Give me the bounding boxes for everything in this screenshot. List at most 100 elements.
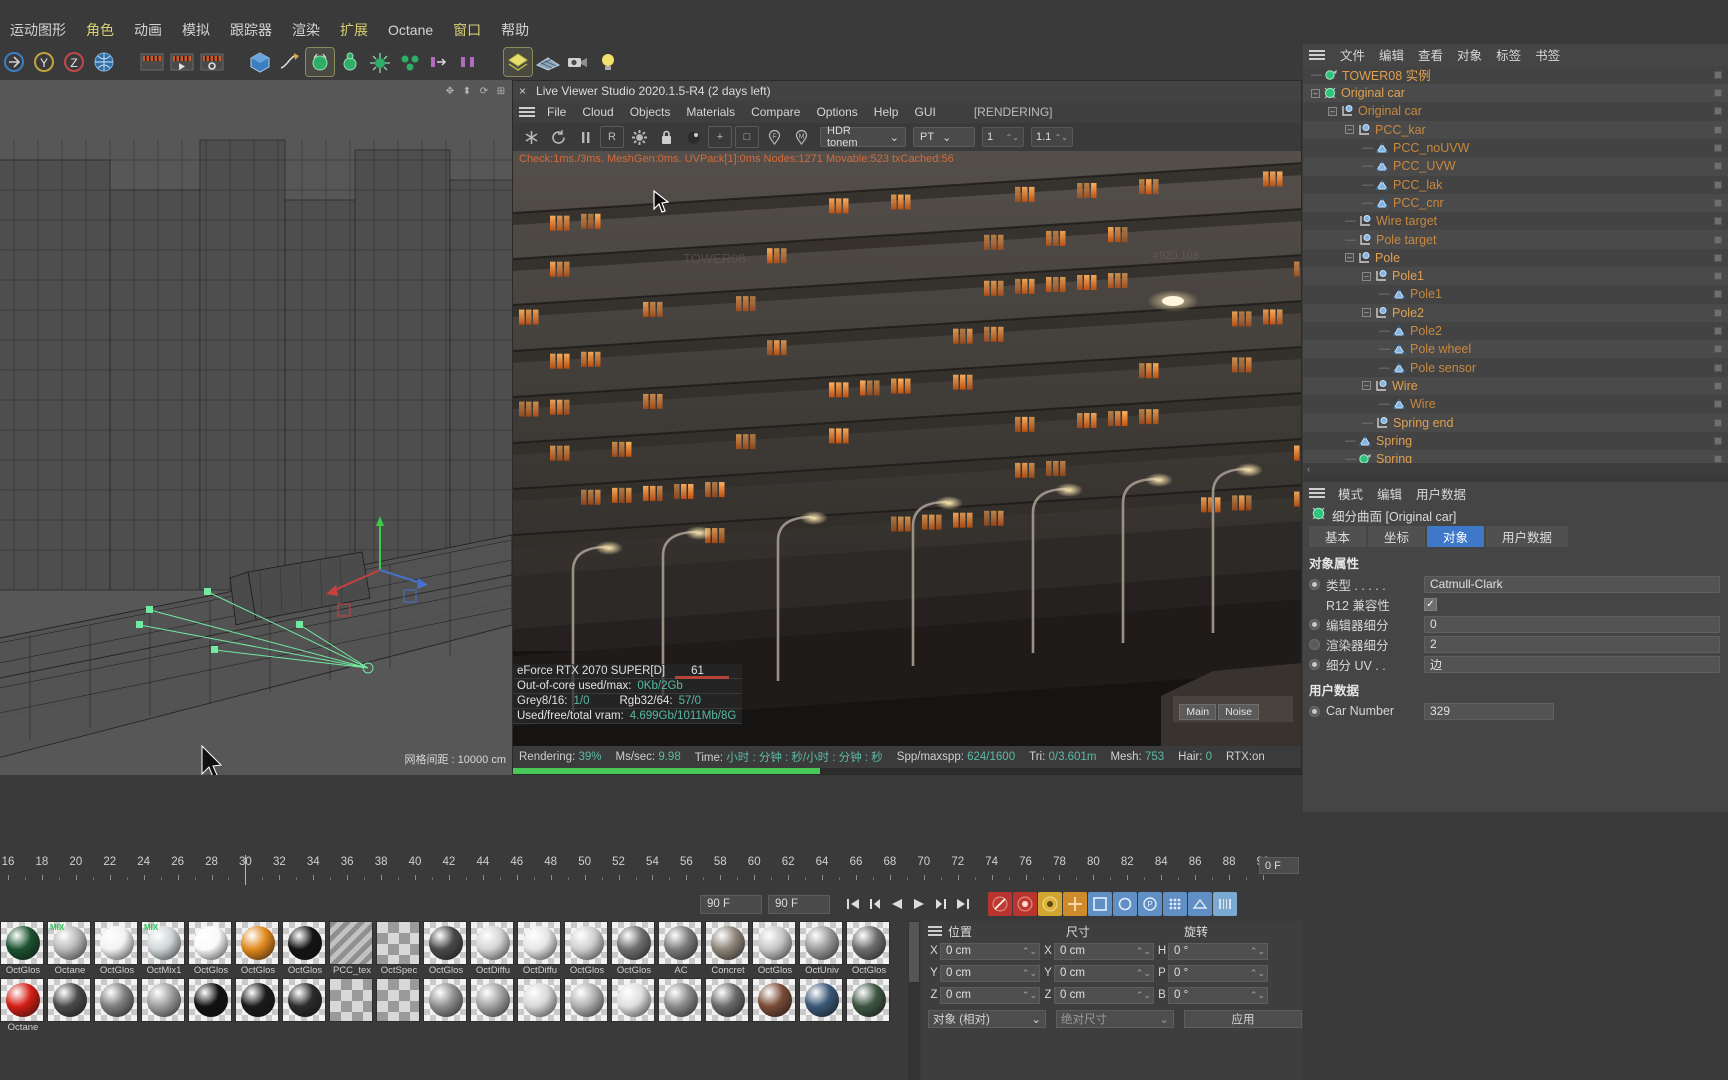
live-viewer-menu-file[interactable]: File — [539, 105, 574, 119]
material-swatch[interactable] — [376, 921, 420, 965]
object-manager-menu-1[interactable]: 编辑 — [1372, 45, 1411, 64]
object-visibility-dots[interactable] — [1714, 290, 1722, 299]
material-swatch[interactable] — [517, 921, 561, 965]
type-row[interactable]: 类型 . . . . . Catmull-Clark — [1303, 574, 1728, 594]
align-icon[interactable] — [426, 48, 454, 76]
timeline-frame-field[interactable]: 0 F — [1259, 857, 1299, 874]
object-visibility-dots[interactable] — [1714, 144, 1722, 153]
nurbs-generator-icon[interactable] — [305, 47, 335, 77]
pla-key-icon[interactable] — [1163, 892, 1187, 916]
material-manager[interactable]: OctGlos MIX Octane OctGlos MIX OctMix1 OctGlos… — [0, 921, 920, 1080]
material-swatch[interactable]: MIX — [47, 921, 91, 965]
object-manager-menu-0[interactable]: 文件 — [1333, 45, 1372, 64]
object-tree-row[interactable]: — Wire target — [1303, 212, 1728, 231]
tree-collapse-icon[interactable]: – — [1345, 253, 1354, 263]
object-tree-row[interactable]: – Pole — [1303, 248, 1728, 267]
material-swatch[interactable] — [658, 978, 702, 1022]
object-visibility-dots[interactable] — [1714, 345, 1722, 354]
material-swatch[interactable] — [0, 978, 44, 1022]
attribute-tab-1[interactable]: 坐标 — [1368, 526, 1426, 547]
material-item[interactable]: AC — [658, 921, 704, 977]
material-item[interactable]: PCC_tex — [329, 921, 375, 977]
material-swatch[interactable] — [470, 921, 514, 965]
lock-icon[interactable] — [654, 126, 678, 148]
material-item[interactable] — [564, 978, 610, 1034]
material-item[interactable] — [705, 978, 751, 1034]
material-scrollbar[interactable] — [908, 921, 920, 1080]
material-swatch[interactable] — [517, 978, 561, 1022]
settings-gear-icon[interactable] — [627, 126, 651, 148]
tree-collapse-icon[interactable]: – — [1362, 271, 1371, 281]
object-tree-row[interactable]: — Pole2 — [1303, 321, 1728, 341]
live-viewer-menu-cloud[interactable]: Cloud — [574, 105, 621, 119]
object-manager-menu-2[interactable]: 查看 — [1411, 45, 1450, 64]
play-forward-icon[interactable] — [908, 892, 930, 916]
object-tree-row[interactable]: — Pole1 — [1303, 285, 1728, 304]
go-to-start-icon[interactable] — [842, 892, 864, 916]
object-tree-row[interactable]: — Pole target — [1303, 230, 1728, 249]
editor-viewport[interactable]: ✥ ⬍ ⟳ ⊞ 网格间距 : 10000 cm — [0, 80, 512, 775]
object-tree-row[interactable]: — PCC_cnr — [1303, 193, 1728, 213]
material-swatch[interactable] — [94, 978, 138, 1022]
rotation-h-input[interactable]: 0 ° ⌃⌄ — [1168, 942, 1268, 960]
object-tree-row[interactable]: — TOWER08 实例 — [1303, 65, 1728, 85]
car-number-radio-icon[interactable] — [1309, 705, 1320, 717]
size-y-input[interactable]: 0 cm ⌃⌄ — [1054, 964, 1154, 982]
apply-button[interactable]: 应用 — [1184, 1010, 1302, 1028]
material-item[interactable]: OctSpec — [376, 921, 422, 977]
rotation-key-icon[interactable] — [1113, 892, 1137, 916]
material-sphere-icon[interactable] — [681, 126, 705, 148]
stepper-icon[interactable]: ⌃⌄ — [1055, 133, 1068, 142]
material-swatch[interactable] — [329, 978, 373, 1022]
material-swatch[interactable] — [282, 978, 326, 1022]
object-manager-menu-3[interactable]: 对象 — [1450, 45, 1489, 64]
material-item[interactable] — [658, 978, 704, 1034]
object-visibility-dots[interactable] — [1714, 107, 1722, 116]
material-swatch[interactable] — [611, 921, 655, 965]
zoom-view-icon[interactable]: ⬍ — [460, 84, 474, 98]
material-item[interactable]: OctDiffu — [517, 921, 563, 977]
object-visibility-dots[interactable] — [1714, 308, 1722, 317]
rotation-b-input[interactable]: 0 ° ⌃⌄ — [1168, 986, 1268, 1004]
restart-render-icon[interactable] — [519, 126, 543, 148]
point-level-icon[interactable] — [1188, 892, 1212, 916]
type-select[interactable]: Catmull-Clark — [1424, 575, 1720, 593]
material-item[interactable]: OctGlos — [282, 921, 328, 977]
menu-item-1[interactable]: 角色 — [76, 20, 124, 40]
object-visibility-dots[interactable] — [1714, 455, 1722, 464]
object-tree-row[interactable]: — Pole sensor — [1303, 358, 1728, 377]
live-viewer-menu-options[interactable]: Options — [808, 105, 865, 119]
material-swatch[interactable]: MIX — [141, 921, 185, 965]
scale-key-icon[interactable] — [1088, 892, 1112, 916]
subdivision-uv-row[interactable]: 细分 UV . . 边 — [1303, 654, 1728, 674]
material-item[interactable]: OctGlos — [94, 921, 140, 977]
render-tab-group[interactable]: Main Noise — [1179, 704, 1259, 720]
tab-main[interactable]: Main — [1179, 704, 1217, 720]
object-manager[interactable]: 文件 编辑 查看 对象 标签 书签 — TOWER08 实例 – Original car – Or… — [1303, 44, 1728, 474]
position-x-input[interactable]: 0 cm ⌃⌄ — [940, 942, 1040, 960]
attribute-manager[interactable]: 模式 编辑 用户数据 细分曲面 [Original car] 基本 坐标 对象 用户数据 … — [1303, 482, 1728, 812]
keyframe-selection-icon[interactable] — [1038, 892, 1062, 916]
object-manager-menu-4[interactable]: 标签 — [1489, 45, 1528, 64]
object-visibility-dots[interactable] — [1714, 272, 1722, 281]
attribute-tab-2[interactable]: 对象 — [1427, 526, 1485, 547]
material-swatch[interactable] — [423, 921, 467, 965]
add-pin-icon[interactable]: + — [708, 126, 732, 148]
object-tree[interactable]: — TOWER08 实例 – Original car – Original car – PC… — [1303, 65, 1728, 464]
focus-pin-icon[interactable]: F — [762, 126, 786, 148]
material-swatch[interactable] — [611, 978, 655, 1022]
render-settings-icon[interactable] — [198, 48, 226, 76]
material-swatch[interactable] — [235, 978, 279, 1022]
exposure-field[interactable]: 1.1 ⌃⌄ — [1031, 127, 1073, 147]
kernel-select[interactable]: PT ⌄ — [913, 127, 975, 147]
deformer-icon[interactable] — [366, 48, 394, 76]
scene-nodes-icon[interactable] — [503, 47, 533, 77]
clear-pin-icon[interactable]: □ — [735, 126, 759, 148]
light-bulb-icon[interactable] — [594, 48, 622, 76]
axis-z-icon[interactable]: Z — [60, 48, 88, 76]
go-to-end-icon[interactable] — [952, 892, 974, 916]
position-key-icon[interactable] — [1063, 892, 1087, 916]
record-icon[interactable] — [1013, 892, 1037, 916]
param-key-icon[interactable]: P — [1138, 892, 1162, 916]
material-swatch[interactable] — [235, 921, 279, 965]
